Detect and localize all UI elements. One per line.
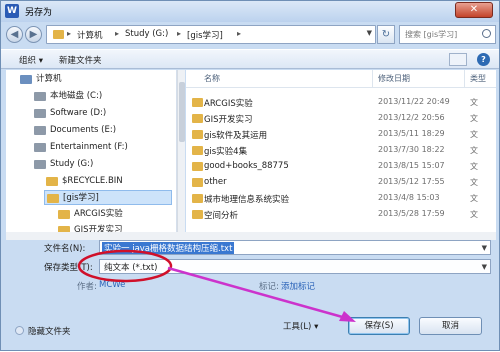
cancel-button[interactable]: 取消 bbox=[419, 317, 482, 335]
tags-label: 标记: bbox=[259, 282, 279, 292]
column-date[interactable]: 修改日期 bbox=[378, 73, 410, 84]
folder-icon bbox=[53, 30, 64, 39]
title-bar: W 另存为 ✕ bbox=[1, 1, 499, 22]
window-title: 另存为 bbox=[25, 8, 53, 18]
collapse-icon bbox=[15, 326, 24, 335]
word-app-icon: W bbox=[5, 4, 19, 18]
add-tags-link[interactable]: 添加标记 bbox=[281, 280, 315, 292]
folder-icon bbox=[192, 194, 203, 203]
drive-icon bbox=[34, 109, 46, 118]
breadcrumb-drive[interactable]: Study (G:) bbox=[125, 29, 168, 39]
address-bar[interactable]: ▸ 计算机 ▸ Study (G:) ▸ [gis学习] ▸ ▼ bbox=[46, 25, 376, 44]
save-as-dialog: W 另存为 ✕ ◀ ▶ ▸ 计算机 ▸ Study (G:) ▸ [gis学习]… bbox=[0, 0, 500, 351]
author-label: 作者: bbox=[77, 282, 97, 292]
refresh-button[interactable]: ↻ bbox=[377, 25, 395, 44]
file-row[interactable]: good+books_88775 2013/8/15 15:07 文 bbox=[186, 159, 496, 174]
breadcrumb-folder[interactable]: [gis学习] bbox=[187, 29, 223, 41]
breadcrumb-separator-icon: ▸ bbox=[67, 29, 72, 38]
folder-icon bbox=[192, 98, 203, 107]
breadcrumb-separator-icon: ▸ bbox=[237, 29, 242, 38]
filename-input[interactable]: 实验一 java栅格数据结构压缩.txt ▼ bbox=[99, 240, 491, 255]
folder-icon bbox=[192, 210, 203, 219]
drive-icon bbox=[34, 92, 46, 101]
chevron-down-icon[interactable]: ▼ bbox=[482, 244, 487, 252]
column-name[interactable]: 名称 bbox=[204, 73, 220, 84]
filename-label: 文件名(N): bbox=[44, 244, 86, 254]
folder-icon bbox=[58, 210, 70, 219]
author-value[interactable]: MCWe bbox=[99, 280, 125, 290]
search-input[interactable]: 搜索 [gis学习] bbox=[399, 25, 496, 44]
folder-icon bbox=[192, 114, 203, 123]
file-row[interactable]: other 2013/5/12 17:55 文 bbox=[186, 175, 496, 190]
folder-icon bbox=[47, 194, 59, 203]
file-list: 名称 修改日期 类型 ARCGIS实验 2013/11/22 20:49 文 GIS… bbox=[186, 70, 496, 232]
back-button[interactable]: ◀ bbox=[6, 26, 23, 43]
tools-button[interactable]: 工具(L) ▾ bbox=[283, 320, 318, 332]
filetype-value: 纯文本 (*.txt) bbox=[104, 263, 158, 273]
column-header: 名称 修改日期 类型 bbox=[186, 70, 496, 88]
close-button[interactable]: ✕ bbox=[455, 2, 493, 18]
navigation-bar: ◀ ▶ ▸ 计算机 ▸ Study (G:) ▸ [gis学习] ▸ ▼ ↻ 搜… bbox=[1, 22, 499, 48]
scrollbar-thumb[interactable] bbox=[179, 82, 185, 142]
breadcrumb-separator-icon: ▸ bbox=[177, 29, 182, 38]
hide-folders-toggle[interactable]: 隐藏文件夹 bbox=[15, 325, 71, 337]
search-placeholder: 搜索 [gis学习] bbox=[405, 30, 458, 39]
drive-icon bbox=[34, 143, 46, 152]
folder-icon bbox=[192, 178, 203, 187]
chevron-down-icon[interactable]: ▼ bbox=[482, 263, 487, 271]
column-type[interactable]: 类型 bbox=[470, 73, 486, 84]
address-dropdown-icon[interactable]: ▼ bbox=[367, 29, 372, 37]
drive-icon bbox=[34, 126, 46, 135]
help-icon[interactable]: ? bbox=[477, 53, 490, 66]
drive-icon bbox=[34, 160, 46, 169]
breadcrumb-separator-icon: ▸ bbox=[115, 29, 120, 38]
column-divider[interactable] bbox=[464, 70, 465, 88]
filename-value: 实验一 java栅格数据结构压缩.txt bbox=[102, 242, 235, 254]
filetype-select[interactable]: 纯文本 (*.txt) ▼ bbox=[99, 259, 491, 274]
search-icon bbox=[482, 29, 491, 38]
organize-button[interactable]: 组织 ▾ bbox=[19, 54, 43, 66]
save-button[interactable]: 保存(S) bbox=[348, 317, 410, 335]
folder-icon bbox=[192, 130, 203, 139]
breadcrumb-computer[interactable]: 计算机 bbox=[77, 29, 103, 41]
file-row[interactable]: ARCGIS实验 2013/11/22 20:49 文 bbox=[186, 95, 496, 110]
save-form: 文件名(N): 实验一 java栅格数据结构压缩.txt ▼ 保存类型(T): … bbox=[1, 240, 499, 352]
computer-icon bbox=[20, 75, 32, 84]
sidebar-scrollbar[interactable] bbox=[177, 70, 185, 232]
command-toolbar: 组织 ▾ 新建文件夹 ? bbox=[1, 49, 499, 69]
filetype-label: 保存类型(T): bbox=[44, 263, 93, 273]
folder-icon bbox=[46, 177, 58, 186]
view-options-icon[interactable] bbox=[449, 53, 467, 66]
folder-icon bbox=[192, 146, 203, 155]
file-row[interactable]: 空间分析 2013/5/28 17:59 文 bbox=[186, 207, 496, 222]
folder-icon bbox=[192, 162, 203, 171]
hide-folders-label: 隐藏文件夹 bbox=[28, 327, 71, 337]
sidebar-item-gis-folder[interactable]: [gis学习] bbox=[44, 190, 172, 205]
navigation-pane: 计算机 本地磁盘 (C:) Software (D:) Documents (E… bbox=[6, 70, 177, 232]
horizontal-scrollbar[interactable] bbox=[6, 232, 496, 240]
file-row[interactable]: 城市地理信息系统实验 2013/4/8 15:03 文 bbox=[186, 191, 496, 206]
file-row[interactable]: gis实验4集 2013/7/30 18:22 文 bbox=[186, 143, 496, 158]
forward-button[interactable]: ▶ bbox=[25, 26, 42, 43]
column-divider[interactable] bbox=[372, 70, 373, 88]
file-row[interactable]: gis软件及其运用 2013/5/11 18:29 文 bbox=[186, 127, 496, 142]
new-folder-button[interactable]: 新建文件夹 bbox=[59, 54, 102, 66]
file-row[interactable]: GIS开发实习 2013/12/2 20:56 文 bbox=[186, 111, 496, 126]
